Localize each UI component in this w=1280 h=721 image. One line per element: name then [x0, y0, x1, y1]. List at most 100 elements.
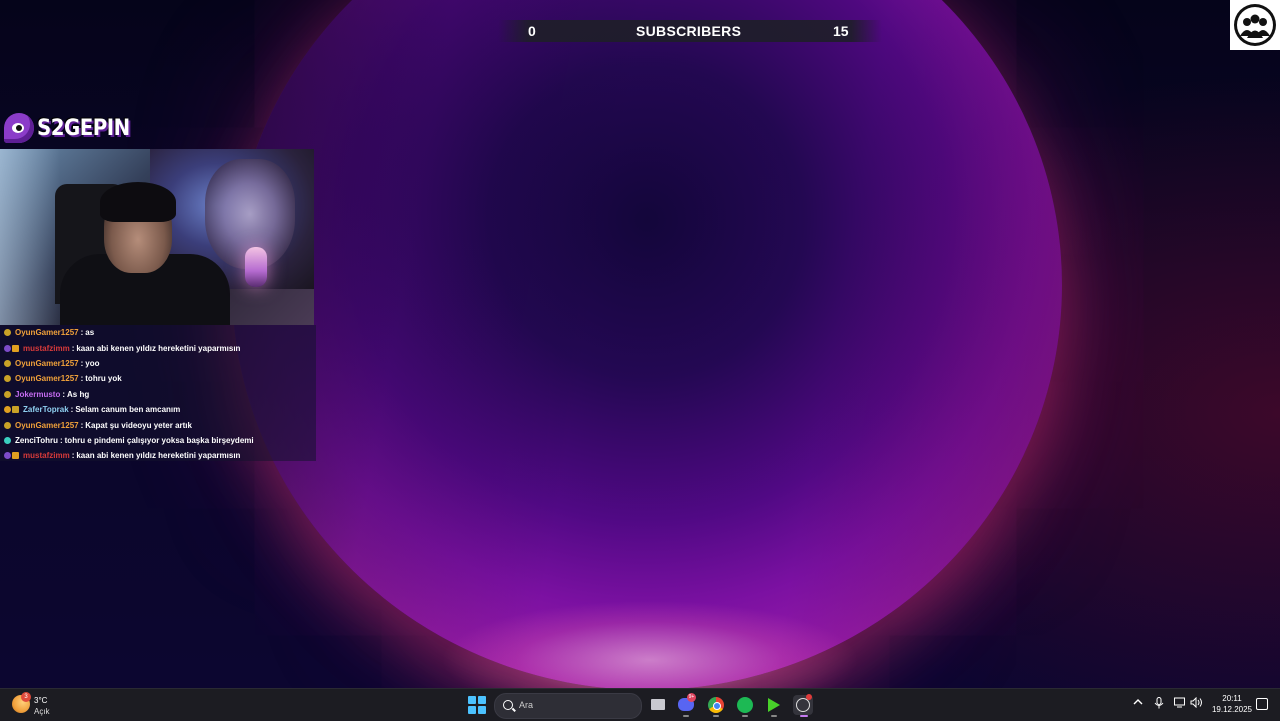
chrome-running-indicator	[713, 715, 719, 717]
chat-username: mustafzimm	[23, 343, 70, 353]
chat-badges	[4, 452, 20, 460]
taskbar-search[interactable]: Ara	[494, 693, 642, 719]
notification-icon[interactable]	[1256, 698, 1268, 710]
webcam-person-hair	[100, 182, 176, 222]
chat-badge-icon	[4, 344, 11, 352]
green-app-running-indicator	[771, 715, 777, 717]
chat-username: ZaferToprak	[23, 405, 69, 415]
chat-badge-icon	[12, 452, 19, 460]
subscriber-right-count: 15	[833, 23, 849, 39]
group-icon	[1230, 0, 1280, 50]
obs-active-indicator	[800, 715, 808, 717]
chrome-icon[interactable]	[706, 695, 726, 715]
taskbar: 3 3°C Açık Ara 9+ 20:11 19.12.2025	[0, 688, 1280, 721]
chat-message: Jokermusto: As hg	[0, 387, 316, 402]
chat-text: yoo	[85, 358, 100, 368]
chat-badge-icon	[4, 390, 11, 398]
obs-icon[interactable]	[793, 694, 813, 715]
search-icon	[503, 700, 513, 710]
chat-badge-icon	[4, 436, 11, 444]
chat-message: mustafzimm: kaan abi kenen yıldız hereket…	[0, 340, 316, 355]
search-placeholder: Ara	[519, 700, 534, 710]
chat-badges	[4, 359, 12, 367]
chat-badge-icon	[12, 344, 19, 352]
chat-separator: :	[71, 343, 75, 353]
chat-text: tohru e pindemi çalışıyor yoksa başka bi…	[64, 435, 254, 445]
chat-badge-icon	[4, 375, 11, 383]
chat-badges	[4, 406, 20, 414]
chat-badge-icon	[4, 359, 11, 367]
spotify-icon[interactable]	[735, 695, 755, 715]
spotify-running-indicator	[742, 715, 748, 717]
clock-date: 19.12.2025	[1211, 705, 1253, 714]
chat-text: tohru yok	[85, 374, 122, 384]
chat-message: mustafzimm: kaan abi kenen yıldız hereket…	[0, 448, 316, 463]
webcam-feed	[0, 149, 314, 325]
weather-temp: 3°C	[34, 696, 48, 705]
chat-separator: :	[59, 435, 63, 445]
chat-badges	[4, 436, 12, 444]
chat-badges	[4, 421, 12, 429]
clock-time: 20:11	[1222, 694, 1242, 703]
chat-message: OyunGamer1257: tohru yok	[0, 371, 316, 386]
eye-logo-icon	[4, 113, 34, 143]
chat-badges	[4, 344, 20, 352]
chat-separator: :	[71, 451, 75, 461]
chat-badge-icon	[4, 421, 11, 429]
chat-username: mustafzimm	[23, 451, 70, 461]
chat-username: OyunGamer1257	[15, 358, 79, 368]
chat-badge-icon	[4, 329, 11, 337]
chat-badges	[4, 375, 12, 383]
subscriber-left-count: 0	[528, 23, 536, 39]
microphone-icon[interactable]	[1154, 697, 1164, 712]
start-icon[interactable]	[468, 696, 486, 714]
chat-overlay: OyunGamer1257: as mustafzimm: kaan abi kene…	[0, 325, 316, 461]
chat-username: OyunGamer1257	[15, 328, 79, 338]
green-arrow-app-icon[interactable]	[764, 695, 784, 715]
discord-running-indicator	[683, 715, 689, 717]
chevron-up-icon[interactable]	[1133, 697, 1143, 710]
webcam-window-light	[0, 149, 60, 325]
chat-badge-icon	[4, 406, 11, 414]
webcam-lamp	[245, 247, 267, 287]
chat-badge-icon	[4, 452, 11, 460]
channel-logo: S2GEPIN	[4, 110, 130, 146]
chat-text: Kapat şu videoyu yeter artık	[85, 420, 192, 430]
subscriber-bar: 0 SUBSCRIBERS 15	[498, 20, 882, 42]
chat-separator: :	[80, 420, 84, 430]
chat-text: Selam canum ben amcanım	[75, 405, 181, 415]
chat-separator: :	[62, 389, 66, 399]
channel-logo-text: S2GEPIN	[37, 115, 130, 141]
chat-message: OyunGamer1257: yoo	[0, 356, 316, 371]
discord-icon[interactable]: 9+	[676, 693, 696, 715]
chat-separator: :	[80, 358, 84, 368]
weather-widget[interactable]: 3 3°C Açık	[12, 692, 72, 718]
chat-username: OyunGamer1257	[15, 420, 79, 430]
chat-message: OyunGamer1257: as	[0, 325, 316, 340]
wallpaper-orb-shade	[232, 0, 1062, 688]
chat-text: kaan abi kenen yıldız hereketini yaparmı…	[76, 451, 241, 461]
network-icon[interactable]	[1174, 697, 1186, 711]
system-clock[interactable]: 20:11 19.12.2025	[1210, 693, 1254, 715]
chat-separator: :	[80, 328, 84, 338]
chat-text: As hg	[67, 389, 90, 399]
chat-separator: :	[70, 405, 74, 415]
weather-condition: Açık	[34, 707, 50, 716]
chat-badge-icon	[12, 406, 19, 414]
chat-separator: :	[80, 374, 84, 384]
chat-username: ZenciTohru	[15, 435, 58, 445]
chat-message: OyunGamer1257: Kapat şu videoyu yeter art…	[0, 417, 316, 432]
file-explorer-icon[interactable]	[648, 695, 668, 715]
weather-badge: 3	[21, 692, 31, 702]
chat-badges	[4, 329, 12, 337]
chat-text: kaan abi kenen yıldız hereketini yaparmı…	[76, 343, 241, 353]
chat-text: as	[85, 328, 95, 338]
chat-message: ZenciTohru: tohru e pindemi çalışıyor yok…	[0, 433, 316, 448]
chat-message: ZaferToprak: Selam canum ben amcanım	[0, 402, 316, 417]
volume-icon[interactable]	[1190, 696, 1203, 711]
chat-badges	[4, 390, 12, 398]
chat-username: Jokermusto	[15, 389, 61, 399]
subscriber-label: SUBSCRIBERS	[636, 23, 742, 39]
chat-username: OyunGamer1257	[15, 374, 79, 384]
discord-badge: 9+	[687, 693, 696, 702]
